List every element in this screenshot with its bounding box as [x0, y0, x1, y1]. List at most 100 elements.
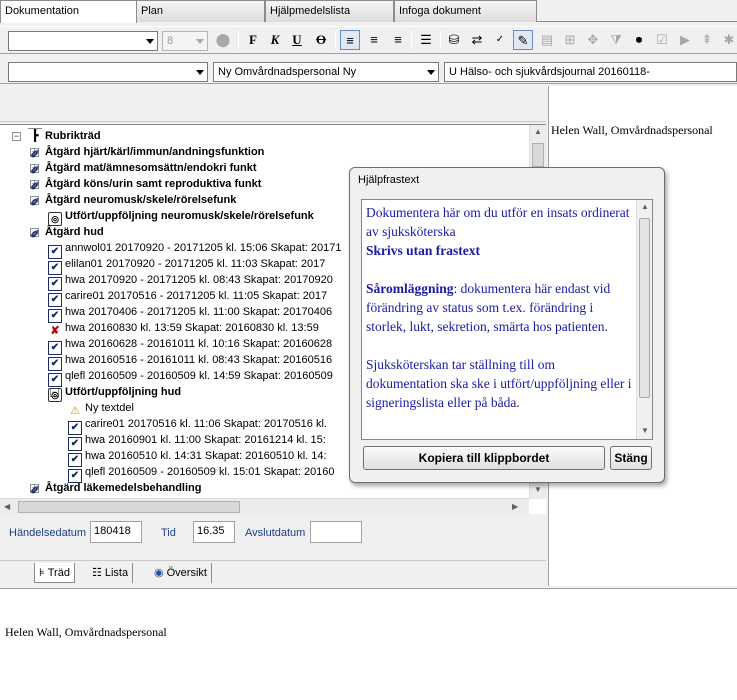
pen-icon: ✐ — [30, 485, 40, 497]
tree-node[interactable]: ✔ hwa 20160510 kl. 14:31 Skapat: 20160510… — [68, 448, 327, 467]
help-phrase-dialog: Hjälpfrastext Dokumentera här om du utfö… — [349, 167, 665, 483]
tab-trad[interactable]: ⊧ Träd — [34, 563, 75, 583]
bullet-list-icon[interactable]: ☰ — [416, 30, 436, 50]
collapse-icon[interactable]: − — [12, 132, 21, 141]
add-up-icon[interactable]: ⇞ — [697, 30, 717, 50]
tree-node[interactable]: ✐ Åtgärd köns/urin samt reproduktiva funk… — [28, 176, 261, 193]
tree-node[interactable]: ✔ hwa 20170920 - 20171205 kl. 08:43 Skapa… — [48, 272, 333, 291]
tree-node[interactable]: ✔ hwa 20160516 - 20161011 kl. 08:43 Skapa… — [48, 352, 333, 371]
tree-horizontal-scrollbar[interactable]: ◀ ▶ — [0, 498, 529, 515]
tree-node-label: Rubrikträd — [45, 130, 101, 142]
tree-node[interactable]: ✐ Åtgärd hud — [28, 224, 104, 241]
tree-node-label: carire01 20170516 - 20171205 kl. 11:05 S… — [65, 290, 328, 302]
help-paragraph-1: Dokumentera här om du utför en insats or… — [366, 205, 630, 239]
tree-icon[interactable]: ⊞ — [560, 30, 580, 50]
tree-root[interactable]: ┣ Rubrikträd — [28, 128, 101, 144]
tree-node-label: Åtgärd läkemedelsbehandling — [45, 482, 202, 494]
replace-icon[interactable]: ⇄ — [467, 30, 487, 50]
filter-icon[interactable]: ⧩ — [606, 30, 626, 50]
paint-icon[interactable]: ⬤ — [213, 30, 233, 50]
italic-button[interactable]: K — [265, 30, 285, 50]
align-center-icon[interactable]: ≡ — [364, 30, 384, 50]
pin-icon[interactable]: ✱ — [719, 30, 737, 50]
scroll-down-icon[interactable]: ▼ — [534, 485, 542, 494]
align-left-icon[interactable]: ≡ — [340, 30, 360, 50]
tree-node-label: hwa 20160516 - 20161011 kl. 08:43 Skapat… — [65, 354, 333, 366]
tree-node[interactable]: ✔ hwa 20170406 - 20171205 kl. 11:00 Skapa… — [48, 304, 332, 323]
tree-scroll-thumb[interactable] — [532, 143, 544, 167]
main-tab-bar: Dokumentation Plan Hjälpmedelslista Info… — [0, 0, 737, 23]
tree-node[interactable]: ✔ annwol01 20170920 - 20171205 kl. 15:06 … — [48, 240, 341, 259]
event-date-input[interactable]: 180418 — [90, 521, 142, 543]
align-right-icon[interactable]: ≡ — [388, 30, 408, 50]
scroll-right-icon[interactable]: ▶ — [512, 502, 518, 511]
tree-node-label: Åtgärd neuromusk/skele/rörelsefunk — [45, 194, 237, 206]
format-toolbar: 8 ⬤ F K U O ≡ ≡ ≡ ☰ ⛁ ⇄ ✓ ✎ ▤ ⊞ ✥ ⧩ ⏺ ☑ … — [0, 26, 737, 54]
bold-button[interactable]: F — [243, 30, 263, 50]
tree-node-label: hwa 20160510 kl. 14:31 Skapat: 20160510 … — [85, 450, 327, 462]
underline-button[interactable]: U — [287, 30, 307, 50]
tab-hjalpmedelslista[interactable]: Hjälpmedelslista — [265, 0, 394, 22]
move-icon[interactable]: ✥ — [583, 30, 603, 50]
font-size-combo[interactable]: 8 — [162, 31, 208, 51]
scroll-down-icon[interactable]: ▼ — [641, 426, 649, 435]
scroll-up-icon[interactable]: ▲ — [641, 202, 649, 211]
tab-infoga-dokument[interactable]: Infoga dokument — [394, 0, 537, 22]
tree-node-label: qlefl 20160509 - 20160509 kl. 14:59 Skap… — [65, 370, 333, 382]
signature-text: Helen Wall, Omvårdnadspersonal — [5, 625, 167, 639]
tree-node[interactable]: ✐ Åtgärd läkemedelsbehandling — [28, 480, 202, 497]
font-family-combo[interactable] — [8, 31, 158, 51]
play-icon[interactable]: ▶ — [675, 30, 695, 50]
end-date-label: Avslutdatum — [245, 527, 306, 539]
tree-node[interactable]: ✐ Åtgärd mat/ämnesomsättn/endokri funkt — [28, 160, 256, 177]
template-combo[interactable] — [8, 62, 208, 82]
time-label: Tid — [161, 527, 176, 539]
tree-node[interactable]: ✔ hwa 20160901 kl. 11:00 Skapat: 20161214… — [68, 432, 326, 451]
tree-node[interactable]: ✔ carire01 20170516 kl. 11:06 Skapat: 201… — [68, 416, 327, 435]
tree-node[interactable]: ✔ elilan01 20170920 - 20171205 kl. 11:03 … — [48, 256, 326, 275]
tree-node[interactable]: ◎ Utfört/uppföljning hud — [48, 384, 181, 402]
profession-combo[interactable]: Ny Omvårdnadspersonal Ny — [213, 62, 439, 82]
tree-node[interactable]: ✐ Åtgärd hjärt/kärl/immun/andningsfunktio… — [28, 144, 264, 161]
tree-node[interactable]: ⚠ Ny textdel — [68, 400, 134, 417]
help-paragraph-1-bold: Skrivs utan frastext — [366, 243, 480, 258]
hscroll-thumb[interactable] — [18, 501, 240, 513]
edit-pen-icon[interactable]: ✎ — [513, 30, 533, 50]
find-binoculars-icon[interactable]: ⛁ — [444, 30, 464, 50]
tab-lista[interactable]: ☷ Lista — [88, 563, 134, 583]
view-tab-bar: ⊧ Träd ☷ Lista ◉ Översikt — [0, 560, 546, 584]
close-button[interactable]: Stäng — [610, 446, 652, 470]
copy-doc-icon[interactable]: ▤ — [537, 30, 557, 50]
sign-icon[interactable]: ☑ — [652, 30, 672, 50]
tree-node[interactable]: ✔ qlefl 20160509 - 20160509 kl. 15:01 Ska… — [68, 464, 335, 483]
tree-root-icon: ┣ — [28, 128, 42, 142]
tab-oversikt[interactable]: ◉ Översikt — [150, 563, 212, 583]
tree-node-label: Åtgärd hud — [45, 226, 104, 238]
spellcheck-icon[interactable]: ✓ — [490, 30, 510, 50]
help-text-box[interactable]: Dokumentera här om du utför en insats or… — [361, 199, 653, 440]
tree-node[interactable]: ✐ Åtgärd neuromusk/skele/rörelsefunk — [28, 192, 237, 209]
copy-to-clipboard-button[interactable]: Kopiera till klippbordet — [363, 446, 605, 470]
help-text-scrollbar[interactable]: ▲ ▼ — [636, 200, 652, 439]
journal-selector-row: Ny Omvårdnadspersonal Ny U Hälso- och sj… — [0, 60, 737, 84]
pen-icon: ✐ — [30, 197, 40, 209]
tree-node-label: hwa 20160628 - 20161011 kl. 10:16 Skapat… — [65, 338, 333, 350]
help-scroll-thumb[interactable] — [639, 218, 650, 398]
strikethrough-button[interactable]: O — [311, 30, 331, 50]
event-fields: Händelsedatum 180418 Tid 16.35 Avslutdat… — [0, 515, 546, 560]
tree-node-label: elilan01 20170920 - 20171205 kl. 11:03 S… — [65, 258, 326, 270]
tab-plan[interactable]: Plan — [136, 0, 265, 22]
journal-combo[interactable]: U Hälso- och sjukvårdsjournal 20160118- — [444, 62, 737, 82]
scroll-left-icon[interactable]: ◀ — [4, 502, 10, 511]
tree-node[interactable]: ✔ carire01 20170516 - 20171205 kl. 11:05 … — [48, 288, 328, 307]
traffic-light-icon[interactable]: ⏺ — [629, 30, 649, 50]
tree-node[interactable]: ◎ Utfört/uppföljning neuromusk/skele/röre… — [48, 208, 314, 226]
tab-dokumentation[interactable]: Dokumentation — [0, 0, 137, 23]
tree-node[interactable]: ✘ hwa 20160830 kl. 13:59 Skapat: 20160830… — [48, 320, 318, 337]
tree-node[interactable]: ✔ hwa 20160628 - 20161011 kl. 10:16 Skapa… — [48, 336, 333, 355]
bottom-document-pane[interactable]: Helen Wall, Omvårdnadspersonal — [0, 588, 737, 700]
end-date-input[interactable] — [310, 521, 362, 543]
scroll-up-icon[interactable]: ▲ — [534, 127, 542, 136]
tree-node[interactable]: ✔ qlefl 20160509 - 20160509 kl. 14:59 Ska… — [48, 368, 333, 387]
time-input[interactable]: 16.35 — [193, 521, 235, 543]
